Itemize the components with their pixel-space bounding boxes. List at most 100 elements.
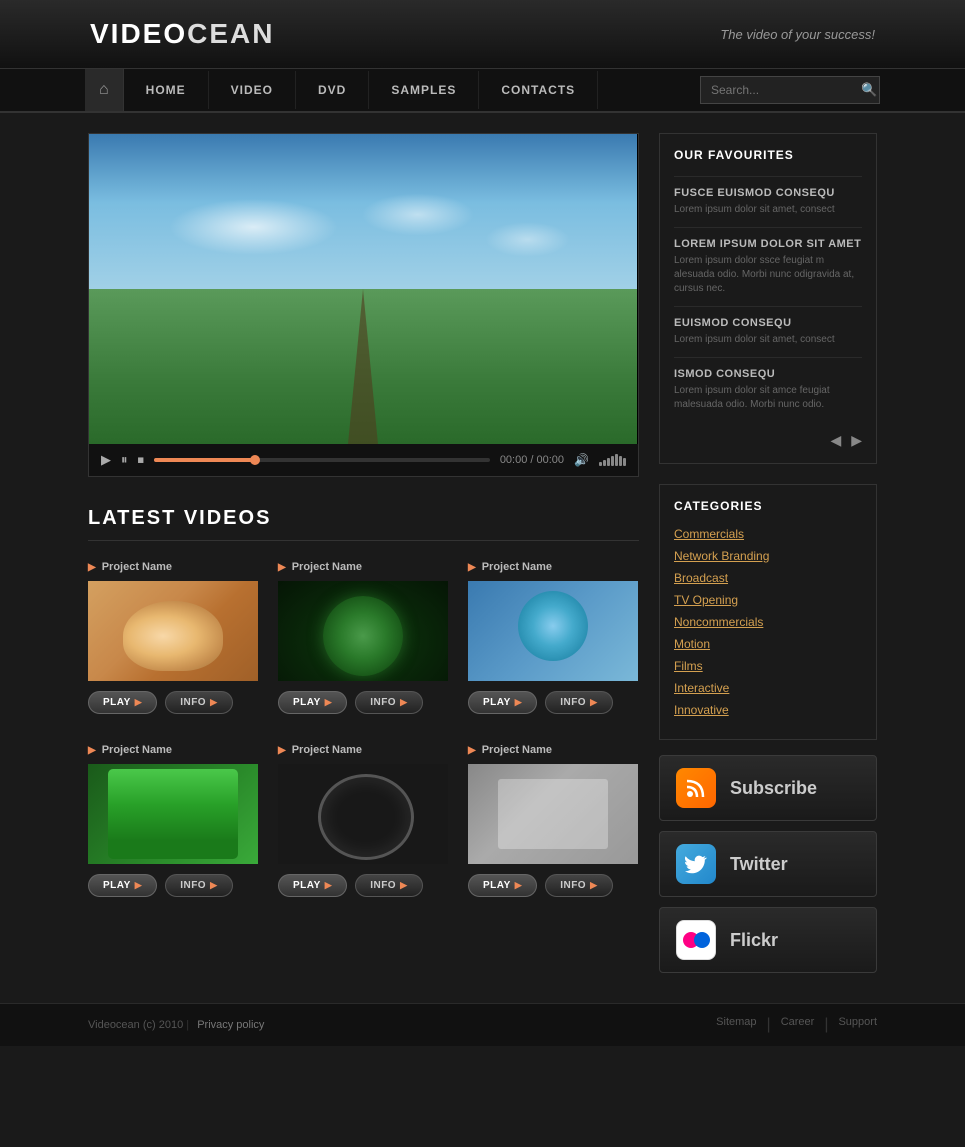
nav-item-video[interactable]: VIDEO xyxy=(209,71,296,109)
info-button-3[interactable]: INFO ▶ xyxy=(545,691,612,714)
cat-innovative[interactable]: Innovative xyxy=(674,703,862,717)
search-input[interactable] xyxy=(711,83,861,97)
fav-item-4: ISMOD CONSEQU Lorem ipsum dolor sit amce… xyxy=(674,357,862,422)
fav-title-1: FUSCE EUISMOD CONSEQU xyxy=(674,187,862,199)
pause-button[interactable]: ⏸ xyxy=(121,452,128,468)
arrow-icon-2: ▶ xyxy=(278,562,286,573)
video-actions-5: PLAY ▶ INFO ▶ xyxy=(278,874,448,897)
cat-interactive[interactable]: Interactive xyxy=(674,681,862,695)
video-card-2: ▶ Project Name PLAY ▶ INFO ▶ xyxy=(278,561,448,714)
play-button-6[interactable]: PLAY ▶ xyxy=(468,874,537,897)
footer-privacy-link[interactable]: Privacy policy xyxy=(197,1019,264,1031)
search-bar: 🔍 xyxy=(700,76,880,104)
footer-sitemap-link[interactable]: Sitemap xyxy=(716,1016,756,1034)
cat-broadcast[interactable]: Broadcast xyxy=(674,571,862,585)
fav-title-3: EUISMOD CONSEQU xyxy=(674,317,862,329)
video-card-title-1: ▶ Project Name xyxy=(88,561,258,573)
cat-tv-opening[interactable]: TV Opening xyxy=(674,593,862,607)
cat-noncommercials[interactable]: Noncommercials xyxy=(674,615,862,629)
vol-bar-7 xyxy=(623,458,626,466)
nav-item-dvd[interactable]: DVD xyxy=(296,71,369,109)
nav-home-button[interactable]: ⌂ xyxy=(85,69,124,111)
video-actions-3: PLAY ▶ INFO ▶ xyxy=(468,691,638,714)
video-path xyxy=(348,289,378,444)
video-card-4: ▶ Project Name PLAY ▶ INFO ▶ xyxy=(88,744,258,897)
info-button-5[interactable]: INFO ▶ xyxy=(355,874,422,897)
video-thumb-5[interactable] xyxy=(278,764,448,864)
info-button-1[interactable]: INFO ▶ xyxy=(165,691,232,714)
rss-icon xyxy=(676,768,716,808)
navigation: ⌂ HOME VIDEO DVD SAMPLES CONTACTS 🔍 xyxy=(0,69,965,113)
video-card-1: ▶ Project Name PLAY ▶ INFO ▶ xyxy=(88,561,258,714)
stop-button[interactable]: ⏹ xyxy=(138,452,145,468)
right-column: OUR FAVOURITES FUSCE EUISMOD CONSEQU Lor… xyxy=(659,133,877,983)
video-thumb-4[interactable] xyxy=(88,764,258,864)
video-actions-1: PLAY ▶ INFO ▶ xyxy=(88,691,258,714)
flickr-button[interactable]: Flickr xyxy=(659,907,877,973)
nav-item-contacts[interactable]: CONTACTS xyxy=(479,71,598,109)
twitter-icon xyxy=(676,844,716,884)
info-button-2[interactable]: INFO ▶ xyxy=(355,691,422,714)
cat-network-branding[interactable]: Network Branding xyxy=(674,549,862,563)
video-player: ▶ ⏸ ⏹ 00:00 / 00:00 🔊 xyxy=(88,133,639,477)
progress-bar[interactable] xyxy=(154,458,490,462)
video-card-title-6: ▶ Project Name xyxy=(468,744,638,756)
play-button-4[interactable]: PLAY ▶ xyxy=(88,874,157,897)
latest-videos-title: LATEST VIDEOS xyxy=(88,507,639,541)
fav-item-3: EUISMOD CONSEQU Lorem ipsum dolor sit am… xyxy=(674,306,862,357)
video-actions-4: PLAY ▶ INFO ▶ xyxy=(88,874,258,897)
info-button-6[interactable]: INFO ▶ xyxy=(545,874,612,897)
search-icon[interactable]: 🔍 xyxy=(861,82,877,98)
footer-support-link[interactable]: Support xyxy=(838,1016,877,1034)
play-button-2[interactable]: PLAY ▶ xyxy=(278,691,347,714)
subscribe-button[interactable]: Subscribe xyxy=(659,755,877,821)
video-card-title-2: ▶ Project Name xyxy=(278,561,448,573)
arrow-icon-1: ▶ xyxy=(88,562,96,573)
nav-item-samples[interactable]: SAMPLES xyxy=(369,71,479,109)
nav-item-home[interactable]: HOME xyxy=(124,71,209,109)
cat-commercials[interactable]: Commercials xyxy=(674,527,862,541)
video-thumb-1[interactable] xyxy=(88,581,258,681)
play-button-3[interactable]: PLAY ▶ xyxy=(468,691,537,714)
video-row-2: ▶ Project Name PLAY ▶ INFO ▶ xyxy=(88,744,639,897)
logo: VIDEOCEAN xyxy=(90,18,274,50)
vol-bar-1 xyxy=(599,462,602,466)
vol-bar-4 xyxy=(611,456,614,466)
fav-item-1: FUSCE EUISMOD CONSEQU Lorem ipsum dolor … xyxy=(674,176,862,227)
volume-bars xyxy=(599,454,626,466)
video-card-6: ▶ Project Name PLAY ▶ INFO ▶ xyxy=(468,744,638,897)
arrow-icon-5: ▶ xyxy=(278,745,286,756)
twitter-label: Twitter xyxy=(730,854,788,875)
video-card-title-4: ▶ Project Name xyxy=(88,744,258,756)
play-button-1[interactable]: PLAY ▶ xyxy=(88,691,157,714)
videos-grid: ▶ Project Name PLAY ▶ INFO ▶ xyxy=(88,561,639,897)
twitter-button[interactable]: Twitter xyxy=(659,831,877,897)
video-row-1: ▶ Project Name PLAY ▶ INFO ▶ xyxy=(88,561,639,714)
video-card-3: ▶ Project Name PLAY ▶ INFO ▶ xyxy=(468,561,638,714)
favourites-title: OUR FAVOURITES xyxy=(674,148,862,162)
video-thumb-2[interactable] xyxy=(278,581,448,681)
play-button[interactable]: ▶ xyxy=(101,452,111,468)
footer-career-link[interactable]: Career xyxy=(781,1016,815,1034)
fav-desc-2: Lorem ipsum dolor ssce feugiat m alesuad… xyxy=(674,254,862,296)
fav-title-4: ISMOD CONSEQU xyxy=(674,368,862,380)
video-screen xyxy=(89,134,637,444)
vol-bar-3 xyxy=(607,458,610,466)
tagline: The video of your success! xyxy=(720,27,875,42)
play-button-5[interactable]: PLAY ▶ xyxy=(278,874,347,897)
cat-films[interactable]: Films xyxy=(674,659,862,673)
vol-bar-6 xyxy=(619,456,622,466)
fav-next-button[interactable]: ▶ xyxy=(851,432,862,449)
volume-icon[interactable]: 🔊 xyxy=(574,453,589,467)
progress-dot xyxy=(250,455,260,465)
video-actions-6: PLAY ▶ INFO ▶ xyxy=(468,874,638,897)
vol-bar-5 xyxy=(615,454,618,466)
fav-prev-button[interactable]: ◀ xyxy=(830,432,841,449)
progress-fill xyxy=(154,458,255,462)
flickr-label: Flickr xyxy=(730,930,778,951)
info-button-4[interactable]: INFO ▶ xyxy=(165,874,232,897)
video-thumb-6[interactable] xyxy=(468,764,638,864)
footer-copyright: Videocean (c) 2010 xyxy=(88,1019,183,1031)
video-thumb-3[interactable] xyxy=(468,581,638,681)
cat-motion[interactable]: Motion xyxy=(674,637,862,651)
